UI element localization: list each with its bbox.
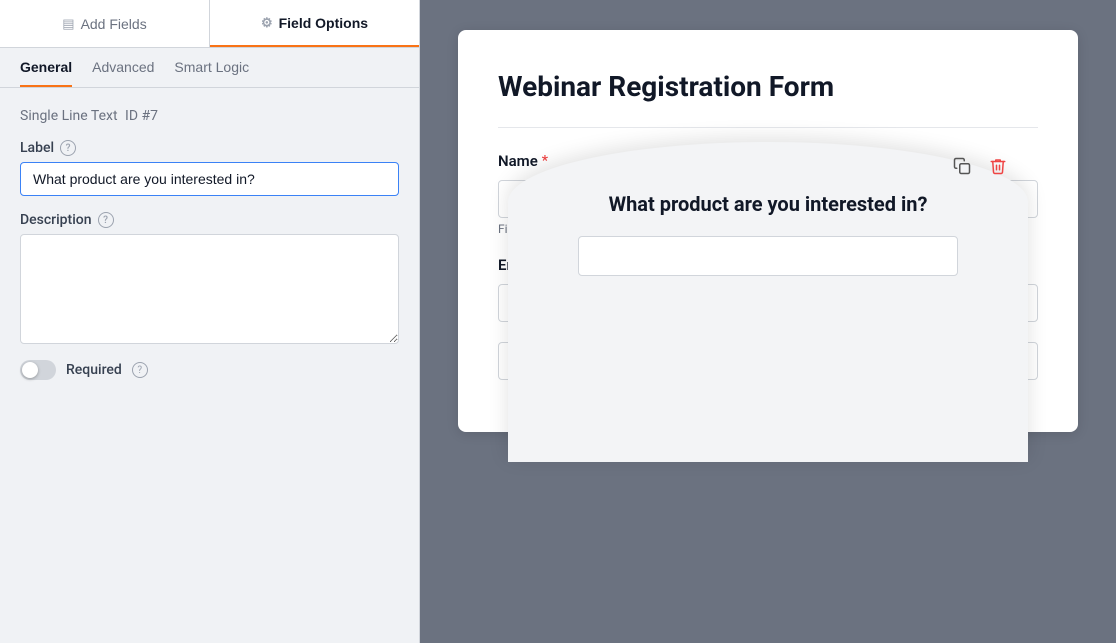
description-label: Description ?	[20, 212, 399, 228]
description-help-icon[interactable]: ?	[98, 212, 114, 228]
required-toggle[interactable]	[20, 360, 56, 380]
description-textarea[interactable]	[20, 234, 399, 344]
field-actions	[948, 152, 1012, 180]
label-label: Label ?	[20, 140, 399, 156]
tab-general[interactable]: General	[20, 48, 72, 87]
label-input[interactable]	[20, 162, 399, 196]
delete-icon[interactable]	[984, 152, 1012, 180]
sub-tabs: General Advanced Smart Logic	[0, 48, 419, 88]
form-preview: Webinar Registration Form Name * First L…	[458, 30, 1078, 432]
description-group: Description ?	[20, 212, 399, 344]
label-group: Label ?	[20, 140, 399, 196]
tab-add-fields[interactable]: ▤ Add Fields	[0, 0, 210, 47]
required-label: Required	[66, 362, 122, 378]
toggle-thumb	[22, 362, 38, 378]
left-panel: ▤ Add Fields ⚙ Field Options General Adv…	[0, 0, 420, 643]
required-row: Required ?	[20, 360, 399, 380]
top-tabs: ▤ Add Fields ⚙ Field Options	[0, 0, 419, 48]
label-help-icon[interactable]: ?	[60, 140, 76, 156]
required-help-icon[interactable]: ?	[132, 362, 148, 378]
right-panel: Webinar Registration Form Name * First L…	[420, 0, 1116, 643]
copy-icon[interactable]	[948, 152, 976, 180]
field-options-content: Single Line Text ID #7 Label ? Descripti…	[0, 88, 419, 643]
field-options-icon: ⚙	[261, 15, 273, 31]
curve-field-input[interactable]	[578, 236, 958, 276]
tab-field-options[interactable]: ⚙ Field Options	[210, 0, 419, 47]
form-divider	[498, 127, 1038, 128]
name-required-star: *	[542, 153, 548, 169]
tab-smart-logic[interactable]: Smart Logic	[174, 48, 249, 87]
form-title: Webinar Registration Form	[498, 70, 1038, 103]
curve-field-title: What product are you interested in?	[609, 192, 928, 216]
add-fields-icon: ▤	[62, 16, 74, 32]
tab-advanced[interactable]: Advanced	[92, 48, 154, 87]
curve-overlay: What product are you interested in?	[508, 142, 1028, 462]
field-type-label: Single Line Text ID #7	[20, 108, 399, 124]
